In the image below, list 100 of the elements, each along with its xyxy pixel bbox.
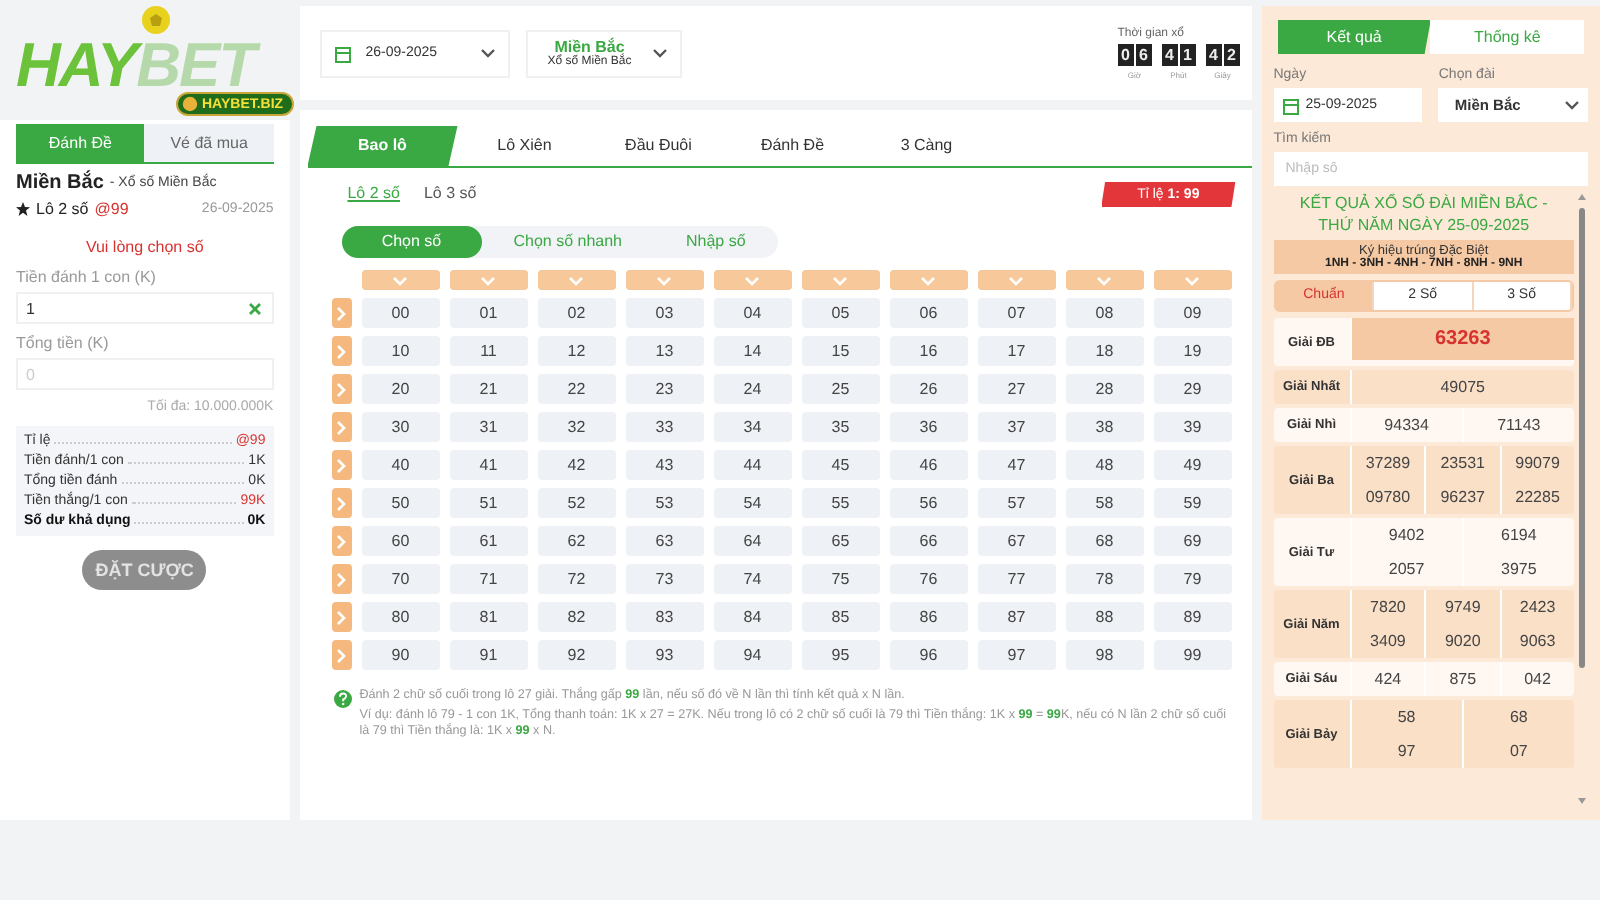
number-button[interactable]: 91	[449, 640, 528, 670]
number-button[interactable]: 96	[889, 640, 968, 670]
number-button[interactable]: 07	[977, 298, 1056, 328]
number-button[interactable]: 58	[1065, 488, 1144, 518]
number-button[interactable]: 93	[625, 640, 704, 670]
number-button[interactable]: 66	[889, 526, 968, 556]
row-select-button[interactable]	[331, 526, 352, 556]
number-button[interactable]: 08	[1065, 298, 1144, 328]
number-button[interactable]: 45	[801, 450, 880, 480]
number-button[interactable]: 73	[625, 564, 704, 594]
number-button[interactable]: 56	[889, 488, 968, 518]
number-button[interactable]: 49	[1153, 450, 1232, 480]
number-button[interactable]: 94	[713, 640, 792, 670]
number-button[interactable]: 50	[361, 488, 440, 518]
number-button[interactable]: 02	[537, 298, 616, 328]
number-button[interactable]: 99	[1153, 640, 1232, 670]
number-button[interactable]: 05	[801, 298, 880, 328]
number-button[interactable]: 51	[449, 488, 528, 518]
number-button[interactable]: 78	[1065, 564, 1144, 594]
number-button[interactable]: 55	[801, 488, 880, 518]
number-button[interactable]: 86	[889, 602, 968, 632]
number-button[interactable]: 33	[625, 412, 704, 442]
row-select-button[interactable]	[331, 374, 352, 404]
number-button[interactable]: 23	[625, 374, 704, 404]
number-button[interactable]: 35	[801, 412, 880, 442]
number-button[interactable]: 39	[1153, 412, 1232, 442]
number-button[interactable]: 32	[537, 412, 616, 442]
number-button[interactable]: 52	[537, 488, 616, 518]
number-button[interactable]: 34	[713, 412, 792, 442]
tab[interactable]: Đánh Đề	[725, 126, 860, 166]
number-button[interactable]: 17	[977, 336, 1056, 366]
number-button[interactable]: 65	[801, 526, 880, 556]
number-button[interactable]: 62	[537, 526, 616, 556]
number-button[interactable]: 59	[1153, 488, 1232, 518]
row-select-button[interactable]	[331, 412, 352, 442]
number-button[interactable]: 92	[537, 640, 616, 670]
number-button[interactable]: 82	[537, 602, 616, 632]
number-button[interactable]: 89	[1153, 602, 1232, 632]
number-button[interactable]: 54	[713, 488, 792, 518]
number-button[interactable]: 43	[625, 450, 704, 480]
column-select-button[interactable]	[1153, 270, 1232, 290]
number-button[interactable]: 13	[625, 336, 704, 366]
row-select-button[interactable]	[331, 450, 352, 480]
number-button[interactable]: 12	[537, 336, 616, 366]
number-button[interactable]: 30	[361, 412, 440, 442]
column-select-button[interactable]	[801, 270, 880, 290]
number-button[interactable]: 81	[449, 602, 528, 632]
number-button[interactable]: 97	[977, 640, 1056, 670]
row-select-button[interactable]	[331, 488, 352, 518]
number-button[interactable]: 67	[977, 526, 1056, 556]
row-select-button[interactable]	[331, 336, 352, 366]
number-button[interactable]: 69	[1153, 526, 1232, 556]
number-button[interactable]: 38	[1065, 412, 1144, 442]
row-select-button[interactable]	[331, 564, 352, 594]
number-button[interactable]: 00	[361, 298, 440, 328]
number-button[interactable]: 98	[1065, 640, 1144, 670]
number-button[interactable]: 21	[449, 374, 528, 404]
number-button[interactable]: 88	[1065, 602, 1144, 632]
number-button[interactable]: 04	[713, 298, 792, 328]
number-button[interactable]: 15	[801, 336, 880, 366]
number-button[interactable]: 48	[1065, 450, 1144, 480]
column-select-button[interactable]	[1065, 270, 1144, 290]
number-button[interactable]: 63	[625, 526, 704, 556]
number-button[interactable]: 95	[801, 640, 880, 670]
number-button[interactable]: 47	[977, 450, 1056, 480]
number-button[interactable]: 16	[889, 336, 968, 366]
column-select-button[interactable]	[889, 270, 968, 290]
number-button[interactable]: 31	[449, 412, 528, 442]
number-button[interactable]: 09	[1153, 298, 1232, 328]
number-button[interactable]: 41	[449, 450, 528, 480]
number-button[interactable]: 40	[361, 450, 440, 480]
number-button[interactable]: 37	[977, 412, 1056, 442]
number-button[interactable]: 01	[449, 298, 528, 328]
tab[interactable]: Vé đã mua	[144, 124, 274, 162]
number-button[interactable]: 71	[449, 564, 528, 594]
number-button[interactable]: 83	[625, 602, 704, 632]
number-button[interactable]: 61	[449, 526, 528, 556]
number-button[interactable]: 24	[713, 374, 792, 404]
column-select-button[interactable]	[449, 270, 528, 290]
row-select-button[interactable]	[331, 602, 352, 632]
number-button[interactable]: 06	[889, 298, 968, 328]
number-button[interactable]: 10	[361, 336, 440, 366]
number-button[interactable]: 64	[713, 526, 792, 556]
number-button[interactable]: 72	[537, 564, 616, 594]
tab[interactable]: Lô Xiên	[457, 126, 592, 166]
number-button[interactable]: 19	[1153, 336, 1232, 366]
number-button[interactable]: 74	[713, 564, 792, 594]
number-button[interactable]: 25	[801, 374, 880, 404]
number-button[interactable]: 03	[625, 298, 704, 328]
number-button[interactable]: 18	[1065, 336, 1144, 366]
number-button[interactable]: 26	[889, 374, 968, 404]
tab[interactable]: 3 Càng	[859, 126, 994, 166]
number-button[interactable]: 14	[713, 336, 792, 366]
number-button[interactable]: 77	[977, 564, 1056, 594]
number-button[interactable]: 79	[1153, 564, 1232, 594]
number-button[interactable]: 22	[537, 374, 616, 404]
column-select-button[interactable]	[977, 270, 1056, 290]
column-select-button[interactable]	[625, 270, 704, 290]
column-select-button[interactable]	[713, 270, 792, 290]
number-button[interactable]: 11	[449, 336, 528, 366]
